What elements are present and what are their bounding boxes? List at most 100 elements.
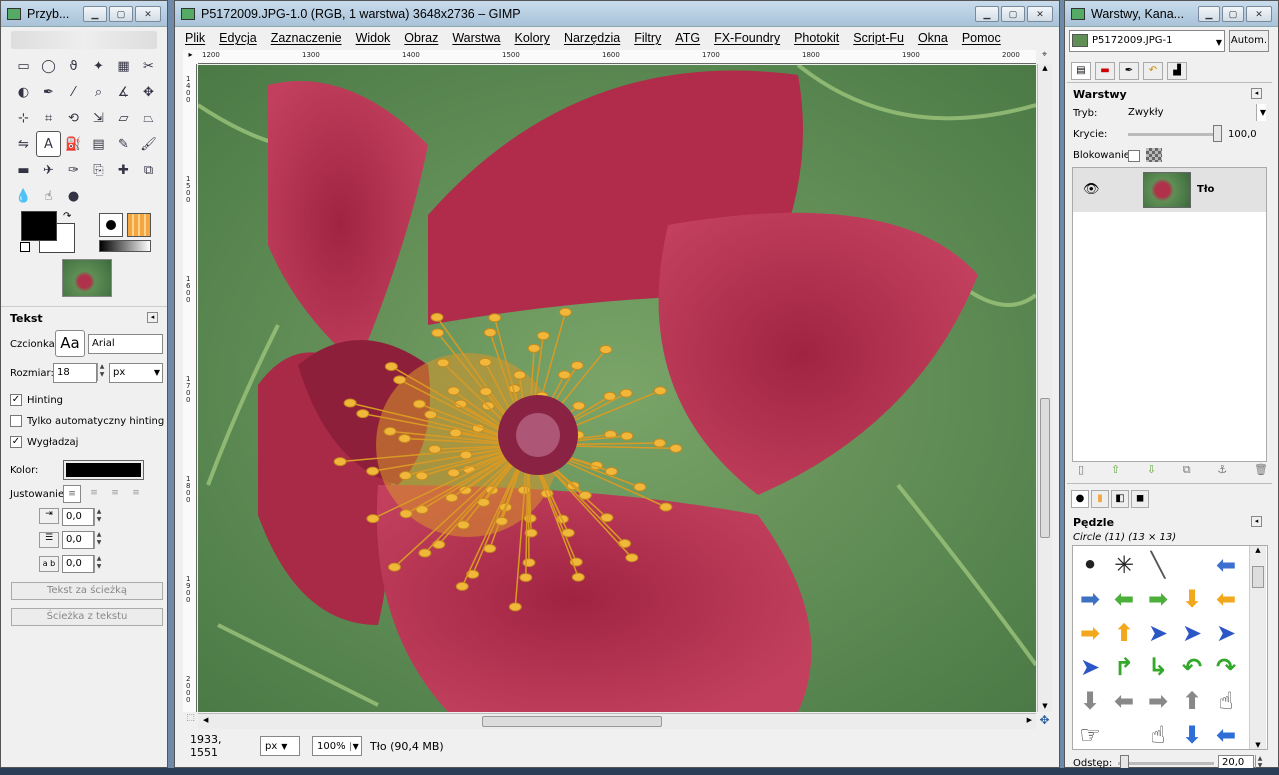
brush-item[interactable]: ➡	[1141, 684, 1175, 718]
brush-item[interactable]: ➡	[1073, 616, 1107, 650]
brush-item[interactable]: ➡	[1073, 582, 1107, 616]
image-titlebar[interactable]: P5172009.JPG-1.0 (RGB, 1 warstwa) 3648x2…	[175, 1, 1059, 27]
paintbrush-icon[interactable]: 🖌	[136, 131, 161, 157]
size-spinner[interactable]: ▲ ▼	[97, 363, 106, 381]
brush-item[interactable]	[1175, 548, 1209, 582]
pencil-icon[interactable]: ✎	[111, 131, 136, 157]
layer-name[interactable]: Tło	[1197, 184, 1214, 195]
maximize-icon[interactable]: ▢	[1001, 5, 1025, 22]
opacity-slider-handle[interactable]	[1213, 125, 1222, 142]
active-image-thumbnail[interactable]	[62, 259, 112, 297]
hinting-checkbox[interactable]: ✓	[10, 394, 22, 406]
brushes-tab-icon[interactable]: ●	[1071, 490, 1089, 508]
zoom-icon[interactable]: ⌕	[86, 79, 111, 105]
brush-item[interactable]: ⬇	[1073, 684, 1107, 718]
scale-icon[interactable]: ⇲	[86, 105, 111, 131]
text-icon[interactable]: A	[36, 131, 61, 157]
ellipse-select-icon[interactable]: ◯	[36, 53, 61, 79]
line-spacing-spinner[interactable]: ▲ ▼	[94, 531, 103, 549]
brush-item[interactable]: ⬅	[1209, 718, 1243, 752]
menu-warstwa[interactable]: Warstwa	[452, 31, 500, 45]
size-input[interactable]: 18	[53, 363, 97, 383]
brush-item[interactable]: ➤	[1141, 616, 1175, 650]
brush-item[interactable]: ☝	[1141, 718, 1175, 752]
brush-item[interactable]: ⬅	[1107, 684, 1141, 718]
airbrush-icon[interactable]: ✈	[36, 157, 61, 183]
letter-spacing-input[interactable]: 0,0	[62, 555, 94, 573]
measure-icon[interactable]: ∡	[111, 79, 136, 105]
dock-titlebar[interactable]: Warstwy, Kana... ▁ ▢ ✕	[1065, 1, 1278, 27]
brush-item[interactable]	[1107, 718, 1141, 752]
brush-item[interactable]: ⬇	[1175, 582, 1209, 616]
minimize-icon[interactable]: ▁	[1198, 5, 1220, 22]
zoom-select[interactable]: 100% ▼	[312, 736, 362, 756]
close-icon[interactable]: ✕	[1027, 5, 1053, 22]
menu-widok[interactable]: Widok	[356, 31, 391, 45]
gradients-tab-icon[interactable]: ◧	[1111, 490, 1129, 508]
navigate-icon[interactable]: ⌖	[1037, 50, 1052, 64]
brush-item[interactable]: ⬆	[1107, 616, 1141, 650]
indent-input[interactable]: 0,0	[62, 508, 94, 526]
pattern-indicator[interactable]	[127, 213, 151, 237]
histogram-tab-icon[interactable]: ▟	[1167, 62, 1187, 80]
image-canvas[interactable]	[198, 65, 1036, 712]
eye-icon[interactable]: 👁	[1083, 182, 1100, 197]
brush-item[interactable]: ⬆	[1175, 684, 1209, 718]
brush-indicator[interactable]	[99, 213, 123, 237]
scissors-icon[interactable]: ✂	[136, 53, 161, 79]
vertical-scroll-thumb[interactable]	[1040, 398, 1050, 538]
free-select-icon[interactable]: ϑ	[61, 53, 86, 79]
rect-select-icon[interactable]: ▭	[11, 53, 36, 79]
lower-layer-icon[interactable]: ⇩	[1147, 463, 1156, 477]
duplicate-layer-icon[interactable]: ⧉	[1183, 463, 1191, 477]
default-colors-icon[interactable]	[20, 242, 30, 252]
close-icon[interactable]: ✕	[1246, 5, 1272, 22]
text-along-path-button[interactable]: Tekst za ścieżką	[11, 582, 163, 600]
brush-item[interactable]: ↱	[1107, 650, 1141, 684]
menu-plik[interactable]: Plik	[185, 31, 205, 45]
paths-icon[interactable]: ✒	[36, 79, 61, 105]
brush-item[interactable]: ➤	[1073, 650, 1107, 684]
mode-select[interactable]: Zwykły ▼	[1124, 104, 1267, 123]
font-preview-button[interactable]: Aa	[55, 330, 85, 357]
lock-alpha-checkbox[interactable]	[1128, 150, 1140, 162]
rotate-icon[interactable]: ⟲	[61, 105, 86, 131]
brush-item[interactable]: •	[1073, 548, 1107, 582]
brush-item[interactable]: ☞	[1073, 718, 1107, 752]
gradient-indicator[interactable]	[99, 240, 151, 252]
channels-tab-icon[interactable]: ▬	[1095, 62, 1115, 80]
fonts-tab-icon[interactable]: ◼	[1131, 490, 1149, 508]
path-from-text-button[interactable]: Ścieżka z tekstu	[11, 608, 163, 626]
opacity-value[interactable]: 100,0	[1228, 129, 1257, 140]
opacity-slider[interactable]	[1128, 133, 1222, 136]
brushes-scrollbar[interactable]: ▲ ▼	[1249, 546, 1266, 749]
menu-atg[interactable]: ATG	[675, 31, 700, 45]
menu-narzędzia[interactable]: Narzędzia	[564, 31, 620, 45]
unit-select[interactable]: px ▼	[260, 736, 300, 756]
antialias-checkbox[interactable]: ✓	[10, 436, 22, 448]
color-select-icon[interactable]: ▦	[111, 53, 136, 79]
perspective-icon[interactable]: ⏢	[136, 105, 161, 131]
menu-filtry[interactable]: Filtry	[634, 31, 661, 45]
dodge-burn-icon[interactable]: ●	[61, 183, 86, 209]
move-icon[interactable]: ✥	[136, 79, 161, 105]
toolbox-titlebar[interactable]: Przyb... ▁ ▢ ✕	[1, 1, 167, 27]
vertical-scrollbar[interactable]: ▲ ▼	[1037, 64, 1052, 712]
close-icon[interactable]: ✕	[135, 5, 161, 22]
menu-script-fu[interactable]: Script-Fu	[853, 31, 904, 45]
layer-row[interactable]: 👁 Tło	[1073, 168, 1266, 212]
justify-fill-icon[interactable]: ≡	[127, 485, 145, 503]
patterns-tab-icon[interactable]: ▮	[1091, 490, 1109, 508]
eraser-icon[interactable]: ▬	[11, 157, 36, 183]
menu-zaznaczenie[interactable]: Zaznaczenie	[271, 31, 342, 45]
brush-item[interactable]: ⬅	[1107, 582, 1141, 616]
brush-item[interactable]: ☝	[1209, 684, 1243, 718]
brush-item[interactable]: ↶	[1175, 650, 1209, 684]
line-spacing-input[interactable]: 0,0	[62, 531, 94, 549]
brush-item[interactable]: ⬅	[1209, 548, 1243, 582]
menu-fx-foundry[interactable]: FX-Foundry	[714, 31, 780, 45]
undo-tab-icon[interactable]: ↶	[1143, 62, 1163, 80]
brush-item[interactable]: ↷	[1209, 650, 1243, 684]
bucket-fill-icon[interactable]: ⛽	[61, 131, 86, 157]
blur-icon[interactable]: 💧	[11, 183, 36, 209]
